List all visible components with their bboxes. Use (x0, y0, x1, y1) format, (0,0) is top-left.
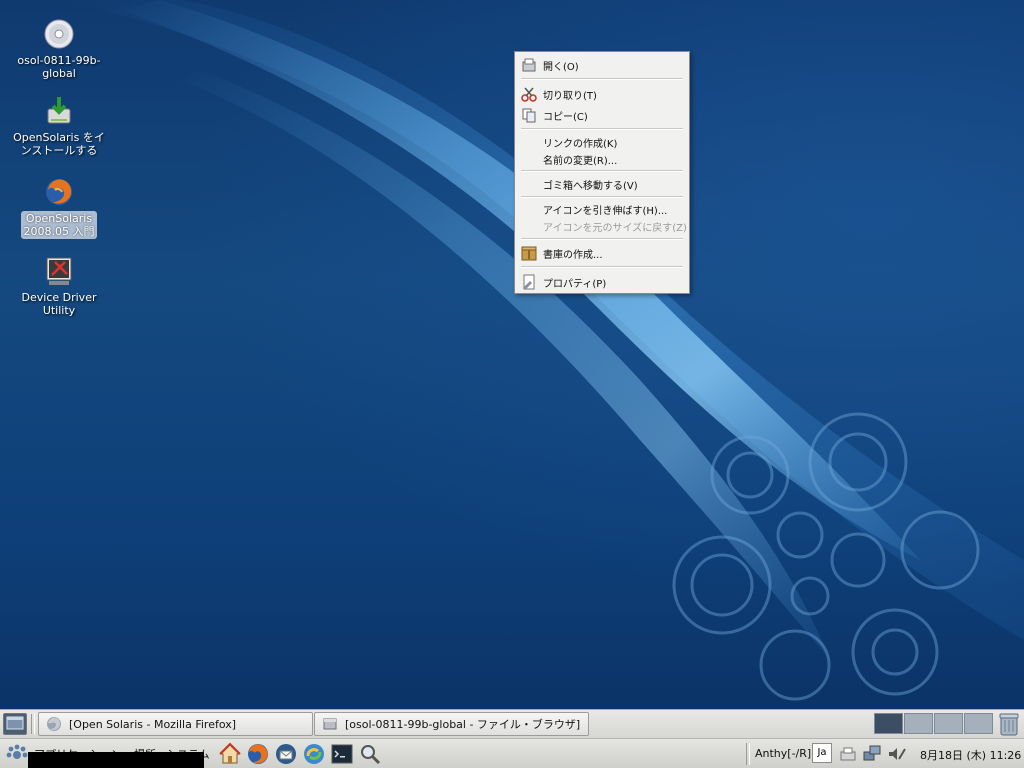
menu-separator (521, 170, 683, 172)
main-panel: アプリケーション 場所 システム Anthy[-/R] Ja (0, 738, 1024, 768)
desktop[interactable]: osol-0811-99b-global OpenSolaris をイ ンストール… (0, 0, 1024, 709)
gnome-foot-icon[interactable] (6, 744, 28, 766)
task-button-file-browser[interactable]: [osol-0811-99b-global - ファイル・ブラウザ] (314, 712, 589, 736)
desktop-icon-label: osol-0811-99b-global (14, 53, 103, 81)
scissors-icon (521, 87, 537, 102)
install-icon (47, 97, 71, 124)
workspace-2[interactable] (904, 713, 933, 734)
menu-item-stretch-icon[interactable]: アイコンを引き伸ばす(H)... (516, 200, 688, 218)
show-desktop-icon (6, 716, 24, 730)
home-icon[interactable] (218, 742, 242, 766)
properties-icon (523, 274, 535, 290)
workspace-3[interactable] (934, 713, 963, 734)
trash-icon[interactable] (998, 712, 1020, 736)
desktop-icon-device-driver-utility[interactable]: Device Driver Utility (9, 255, 109, 318)
desktop-icon-label: Device Driver Utility (19, 290, 100, 318)
menu-separator (521, 266, 683, 268)
menu-item-create-archive[interactable]: 書庫の作成... (516, 244, 688, 262)
label-line: OpenSolaris をイ (13, 131, 105, 144)
menu-item-rename[interactable]: 名前の変更(R)... (516, 150, 688, 168)
menu-separator (521, 128, 683, 130)
menu-separator (521, 196, 683, 198)
menu-item-make-link[interactable]: リンクの作成(K) (516, 133, 688, 151)
firefox-icon[interactable] (246, 742, 270, 766)
workspace-4[interactable] (964, 713, 993, 734)
menu-item-copy[interactable]: コピー(C) (516, 106, 688, 124)
desktop-icon-install-opensolaris[interactable]: OpenSolaris をイ ンストールする (9, 95, 109, 158)
task-button-label: [Open Solaris - Mozilla Firefox] (69, 717, 237, 731)
firefox-icon (46, 179, 72, 205)
redacted-region (28, 752, 204, 768)
menu-item-label: アイコンを元のサイズに戻す(Z) (543, 222, 687, 234)
update-icon[interactable] (302, 742, 326, 766)
task-button-firefox[interactable]: [Open Solaris - Mozilla Firefox] (38, 712, 313, 736)
label-line: ンストールする (20, 144, 98, 157)
clock[interactable]: 8月18日 (木) 11:26 (920, 747, 1021, 763)
task-button-label: [osol-0811-99b-global - ファイル・ブラウザ] (345, 718, 581, 731)
ime-status[interactable]: Anthy[-/R] (755, 747, 811, 760)
label-line: Device Driver (21, 291, 97, 304)
desktop-icon-label: OpenSolaris をイ ンストールする (10, 130, 108, 158)
menu-item-restore-icon-size: アイコンを元のサイズに戻す(Z) (516, 217, 688, 235)
desktop-icon-opensolaris-intro[interactable]: OpenSolaris 2008.05 入門 (9, 176, 109, 239)
menu-item-label: 名前の変更(R)... (543, 155, 618, 167)
device-driver-icon (46, 257, 72, 285)
copy-icon (522, 108, 536, 123)
label-line: OpenSolaris (25, 212, 93, 225)
taskbar-panel: [Open Solaris - Mozilla Firefox] [osol-0… (0, 709, 1024, 738)
menu-item-label: アイコンを引き伸ばす(H)... (543, 205, 668, 217)
workspace-1[interactable] (874, 713, 903, 734)
label-line: Utility (42, 304, 76, 317)
label-line: osol-0811-99b- (17, 54, 101, 67)
menu-item-label: プロパティ(P) (543, 278, 607, 290)
wallpaper (60, 0, 1024, 701)
menu-item-open[interactable]: 開く(O) (516, 56, 688, 74)
archive-icon (521, 246, 537, 261)
menu-separator (521, 238, 683, 240)
firefox-icon (47, 717, 61, 731)
show-desktop-button[interactable] (3, 713, 27, 735)
panel-grip[interactable] (746, 743, 750, 765)
file-browser-icon (323, 718, 337, 730)
menu-item-label: リンクの作成(K) (543, 138, 618, 150)
printer-icon[interactable] (838, 744, 858, 764)
cd-disc-icon (44, 19, 74, 49)
menu-item-move-to-trash[interactable]: ゴミ箱へ移動する(V) (516, 175, 688, 193)
panel-grip[interactable] (31, 714, 35, 734)
menu-item-properties[interactable]: プロパティ(P) (516, 273, 688, 291)
menu-item-label: 書庫の作成... (543, 249, 603, 261)
menu-item-label: ゴミ箱へ移動する(V) (543, 180, 638, 192)
menu-item-label: 切り取り(T) (543, 90, 597, 102)
network-icon[interactable] (862, 744, 882, 764)
label-line: global (42, 67, 76, 80)
terminal-icon[interactable] (330, 742, 354, 766)
desktop-icon-label: OpenSolaris 2008.05 入門 (20, 211, 98, 239)
menu-item-label: コピー(C) (543, 111, 588, 123)
menu-item-label: 開く(O) (543, 61, 579, 73)
context-menu: 開く(O) 切り取り(T) コピー(C) リンクの作成(K) 名前の変更(R).… (514, 51, 690, 294)
menu-separator (521, 78, 683, 80)
label-line: 2008.05 入門 (23, 225, 95, 238)
menu-item-cut[interactable]: 切り取り(T) (516, 85, 688, 103)
ime-language-button[interactable]: Ja (812, 743, 832, 763)
volume-muted-icon[interactable] (886, 744, 906, 764)
desktop-icon-osol-disc[interactable]: osol-0811-99b-global (9, 18, 109, 81)
search-icon[interactable] (358, 742, 382, 766)
thunderbird-icon[interactable] (274, 742, 298, 766)
open-icon (522, 58, 536, 72)
